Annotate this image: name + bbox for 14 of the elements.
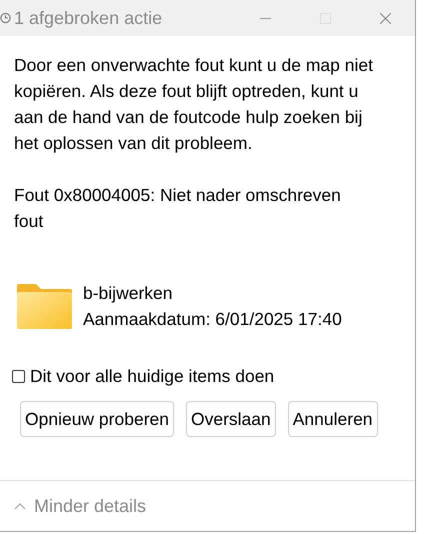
dialog-button[interactable]: Overslaan — [186, 401, 276, 437]
checkbox[interactable] — [12, 370, 25, 383]
error-message: Door een onverwachte fout kunt u de map niet kopiëren. Als deze fout blijft optreden, kunt u aan de hand van de foutcode hulp zoeken bij het oplossen van dit probleem. — [14, 54, 374, 155]
creation-date: Aanmaakdatum: 6/01/2025 17:40 — [83, 308, 342, 331]
close-icon[interactable] — [380, 12, 390, 24]
checkbox-label[interactable]: Dit voor alle huidige items doen — [30, 366, 274, 387]
error-code-text: Fout 0x80004005: Niet nader omschreven fout — [14, 184, 342, 233]
item-name: b-bijwerken — [83, 282, 174, 305]
caret-icon[interactable] — [14, 502, 26, 510]
dialog-button[interactable]: Annuleren — [288, 401, 378, 437]
clock-icon — [0, 12, 11, 24]
dialog-button[interactable]: Opnieuw proberen — [20, 401, 174, 437]
folder-icon — [16, 283, 73, 329]
window-title: 1 afgebroken actie — [14, 8, 164, 28]
